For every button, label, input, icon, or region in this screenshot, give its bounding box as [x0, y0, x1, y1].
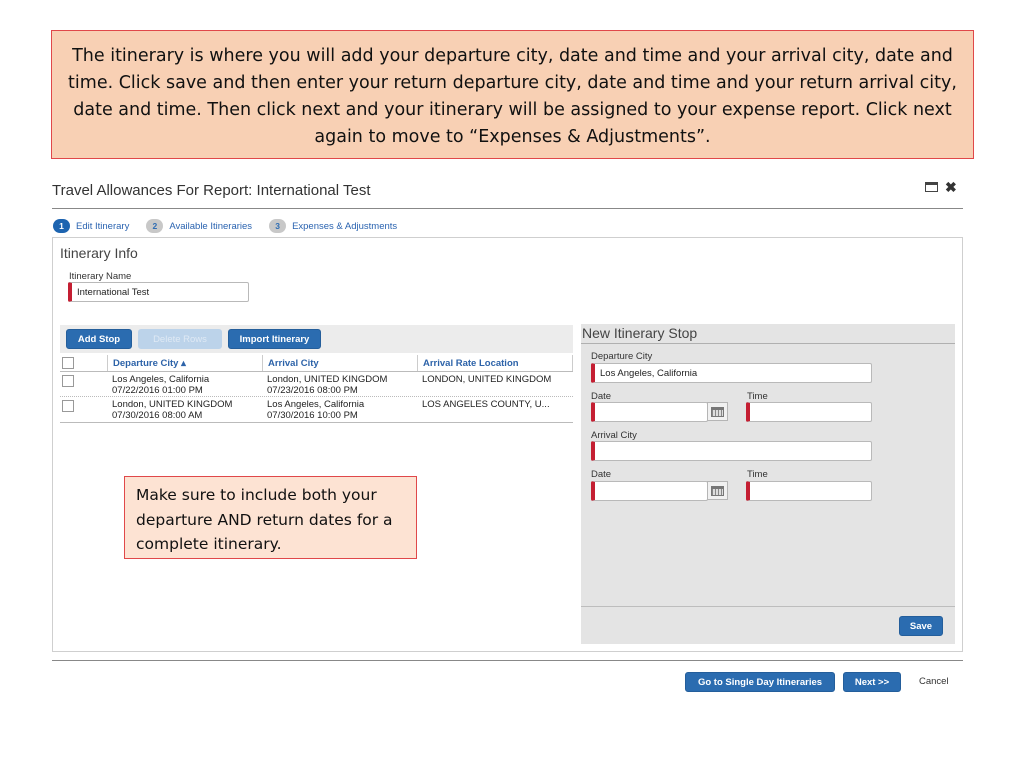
itinerary-table: Departure City ▴ Arrival City Arrival Ra…: [60, 355, 573, 423]
calendar-icon: [711, 485, 724, 496]
wizard-steps: 1 Edit Itinerary 2 Available Itineraries…: [53, 219, 414, 233]
itinerary-info-title: Itinerary Info: [60, 245, 138, 261]
step-expenses-adjustments[interactable]: 3 Expenses & Adjustments: [269, 219, 397, 233]
column-arrival-city[interactable]: Arrival City: [262, 355, 417, 371]
maximize-icon[interactable]: [925, 182, 938, 192]
step-number: 2: [146, 219, 164, 233]
title-divider: [52, 208, 963, 209]
column-arrival-rate-location[interactable]: Arrival Rate Location: [417, 355, 573, 371]
table-row[interactable]: London, UNITED KINGDOM 07/30/2016 08:00 …: [60, 397, 573, 423]
column-departure-city[interactable]: Departure City ▴: [107, 355, 262, 371]
arrival-datetime: 07/23/2016 08:00 PM: [267, 384, 358, 396]
cancel-link[interactable]: Cancel: [919, 676, 949, 687]
row-checkbox[interactable]: [62, 400, 74, 412]
departure-calendar-button[interactable]: [707, 402, 728, 421]
itinerary-name-input[interactable]: International Test: [68, 282, 249, 302]
table-header: Departure City ▴ Arrival City Arrival Ra…: [60, 355, 573, 372]
row-checkbox-cell: [60, 397, 107, 422]
arrival-cell: London, UNITED KINGDOM 07/23/2016 08:00 …: [262, 372, 417, 396]
step-number: 1: [53, 219, 70, 233]
departure-city-input[interactable]: Los Angeles, California: [591, 363, 872, 383]
step-edit-itinerary[interactable]: 1 Edit Itinerary: [53, 219, 129, 233]
table-row[interactable]: Los Angeles, California 07/22/2016 01:00…: [60, 372, 573, 397]
arrival-city: Los Angeles, California: [267, 399, 365, 410]
departure-date-label: Date: [591, 391, 612, 402]
instruction-callout: The itinerary is where you will add your…: [51, 30, 974, 159]
step-label: Available Itineraries: [169, 220, 253, 232]
arrival-date-label: Date: [591, 469, 612, 480]
single-day-itineraries-button[interactable]: Go to Single Day Itineraries: [685, 672, 835, 692]
note-callout: Make sure to include both your departure…: [124, 476, 417, 559]
step-number: 3: [269, 219, 287, 233]
arrival-cell: Los Angeles, California 07/30/2016 10:00…: [262, 397, 417, 422]
row-checkbox[interactable]: [62, 375, 74, 387]
close-icon[interactable]: ✖: [945, 180, 957, 194]
departure-datetime: 07/22/2016 01:00 PM: [112, 384, 203, 396]
arrival-time-input[interactable]: [746, 481, 872, 501]
departure-city: Los Angeles, California: [112, 374, 210, 385]
departure-time-input[interactable]: [746, 402, 872, 422]
departure-cell: Los Angeles, California 07/22/2016 01:00…: [107, 372, 262, 396]
rate-location-cell: LOS ANGELES COUNTY, U...: [422, 399, 550, 410]
itinerary-name-label: Itinerary Name: [69, 271, 132, 282]
select-all-checkbox[interactable]: [62, 357, 74, 369]
save-button[interactable]: Save: [899, 616, 943, 636]
add-stop-button[interactable]: Add Stop: [66, 329, 132, 349]
arrival-datetime: 07/30/2016 10:00 PM: [267, 409, 358, 421]
new-stop-title: New Itinerary Stop: [582, 325, 698, 341]
row-checkbox-cell: [60, 372, 107, 396]
departure-date-input[interactable]: [591, 402, 708, 422]
next-button[interactable]: Next >>: [843, 672, 901, 692]
new-stop-divider: [581, 343, 955, 344]
delete-rows-button[interactable]: Delete Rows: [138, 329, 222, 349]
dialog-title: Travel Allowances For Report: Internatio…: [52, 182, 371, 199]
departure-city: London, UNITED KINGDOM: [112, 399, 233, 410]
departure-datetime: 07/30/2016 08:00 AM: [112, 409, 203, 421]
departure-city-label: Departure City: [591, 351, 653, 362]
rate-location-cell: LONDON, UNITED KINGDOM: [422, 374, 552, 385]
step-label: Expenses & Adjustments: [292, 220, 398, 232]
arrival-date-input[interactable]: [591, 481, 708, 501]
arrival-time-label: Time: [747, 469, 768, 480]
footer-divider: [52, 660, 963, 661]
new-stop-footer-divider: [581, 606, 955, 607]
arrival-city-label: Arrival City: [591, 430, 637, 441]
departure-time-label: Time: [747, 391, 768, 402]
header-checkbox-cell: [60, 355, 107, 371]
step-available-itineraries[interactable]: 2 Available Itineraries: [146, 219, 252, 233]
arrival-calendar-button[interactable]: [707, 481, 728, 500]
arrival-city: London, UNITED KINGDOM: [267, 374, 388, 385]
departure-cell: London, UNITED KINGDOM 07/30/2016 08:00 …: [107, 397, 262, 422]
calendar-icon: [711, 406, 724, 417]
arrival-city-input[interactable]: [591, 441, 872, 461]
window-controls: ✖: [925, 180, 957, 194]
step-label: Edit Itinerary: [76, 220, 130, 232]
import-itinerary-button[interactable]: Import Itinerary: [228, 329, 321, 349]
